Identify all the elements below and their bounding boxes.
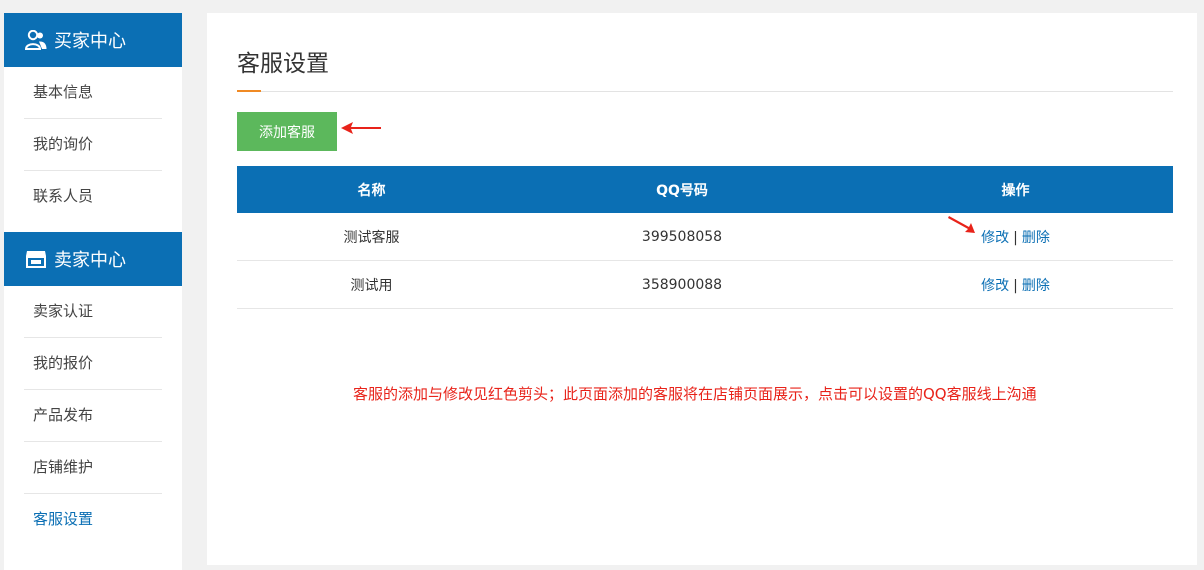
sidebar-item-contacts[interactable]: 联系人员: [24, 171, 162, 222]
seller-nav: 卖家认证 我的报价 产品发布 店铺维护 客服设置: [4, 286, 182, 545]
sidebar: 买家中心 基本信息 我的询价 联系人员 卖家中心 卖家认证 我的报价 产品发布 …: [4, 13, 182, 570]
table-row: 测试用 358900088 修改 | 删除: [237, 260, 1173, 309]
add-customer-service-button[interactable]: 添加客服: [237, 112, 337, 151]
customer-service-table: 名称 QQ号码 操作 测试客服 399508058 修改 | 删除 测试用 3589…: [237, 166, 1173, 309]
buyer-center-header[interactable]: 买家中心: [4, 13, 182, 67]
column-header-name: 名称: [237, 166, 506, 213]
sidebar-item-shop-maintain[interactable]: 店铺维护: [24, 442, 162, 494]
cell-qq: 399508058: [506, 213, 858, 261]
table-row: 测试客服 399508058 修改 | 删除: [237, 213, 1173, 261]
annotation-note: 客服的添加与修改见红色剪头；此页面添加的客服将在店铺页面展示，点击可以设置的QQ…: [353, 385, 1037, 403]
sidebar-item-my-quotes[interactable]: 我的报价: [24, 338, 162, 390]
column-header-actions: 操作: [858, 166, 1173, 213]
sidebar-item-seller-verify[interactable]: 卖家认证: [24, 286, 162, 338]
buyer-nav: 基本信息 我的询价 联系人员: [4, 67, 182, 222]
title-divider: [237, 91, 1173, 92]
cell-actions: 修改 | 删除: [858, 260, 1173, 309]
delete-link[interactable]: 删除: [1022, 278, 1050, 294]
buyer-center-title: 买家中心: [54, 31, 126, 52]
title-accent-bar: [237, 90, 261, 92]
table-header-row: 名称 QQ号码 操作: [237, 166, 1173, 213]
seller-center-header[interactable]: 卖家中心: [4, 232, 182, 286]
red-arrow-icon: [948, 216, 975, 233]
sidebar-item-customer-service[interactable]: 客服设置: [24, 494, 162, 545]
store-icon: [24, 247, 48, 271]
edit-link[interactable]: 修改: [981, 230, 1009, 246]
sidebar-item-my-inquiry[interactable]: 我的询价: [24, 119, 162, 171]
edit-link[interactable]: 修改: [981, 278, 1009, 294]
action-separator: |: [1013, 277, 1018, 294]
cell-actions: 修改 | 删除: [858, 213, 1173, 261]
page-title: 客服设置: [237, 51, 329, 77]
action-separator: |: [1013, 229, 1018, 246]
delete-link[interactable]: 删除: [1022, 230, 1050, 246]
main-panel: 客服设置 添加客服 名称 QQ号码 操作 测试客服 399508058 修改 | 删…: [207, 13, 1197, 565]
red-arrow-icon: [341, 122, 381, 134]
sidebar-item-publish-product[interactable]: 产品发布: [24, 390, 162, 442]
column-header-qq: QQ号码: [506, 166, 858, 213]
cell-name: 测试用: [237, 260, 506, 309]
sidebar-item-basic-info[interactable]: 基本信息: [24, 67, 162, 119]
user-group-icon: [24, 28, 48, 52]
seller-center-title: 卖家中心: [54, 250, 126, 271]
cell-name: 测试客服: [237, 213, 506, 261]
cell-qq: 358900088: [506, 260, 858, 309]
